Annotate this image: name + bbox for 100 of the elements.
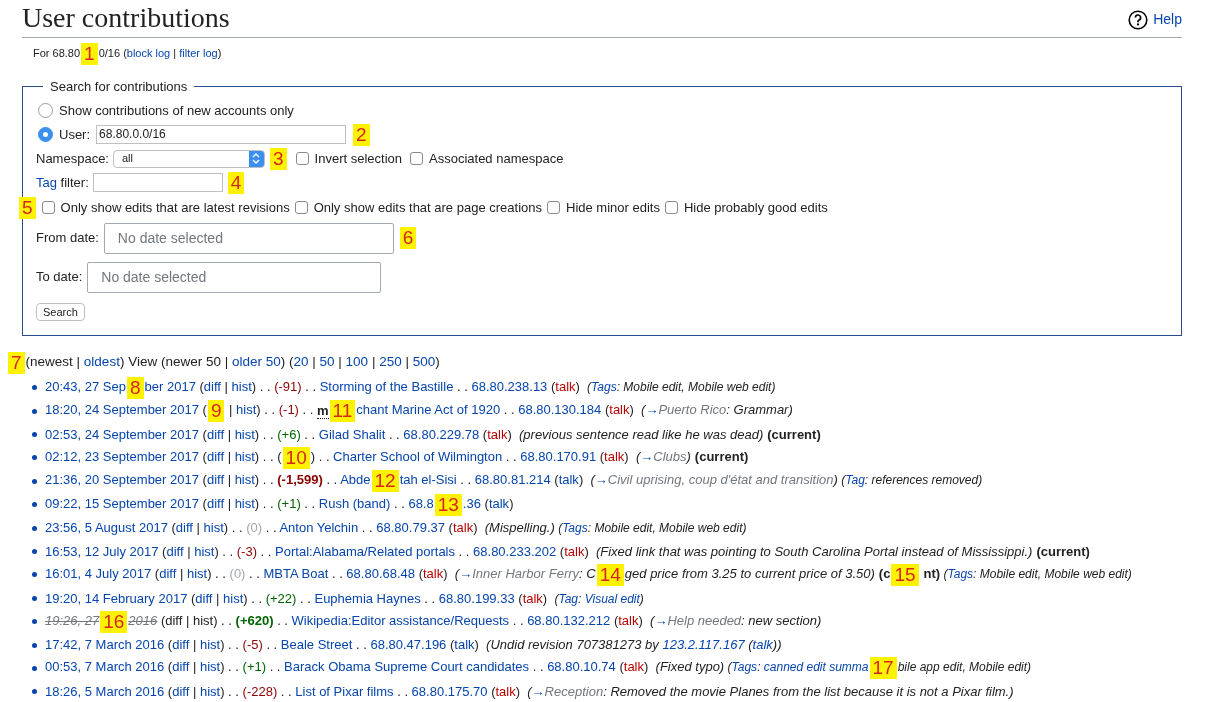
link[interactable]: diff (206, 426, 224, 442)
link[interactable]: 100 (345, 354, 369, 370)
link[interactable]: Abde (340, 472, 371, 488)
link[interactable]: hist (186, 566, 208, 582)
link[interactable]: Beale Street (280, 637, 353, 653)
link[interactable]: diff (206, 449, 224, 465)
link[interactable]: Anton Yelchin (279, 520, 359, 536)
link[interactable]: talk (454, 637, 475, 653)
section-arrow-link[interactable]: → (640, 449, 654, 465)
link[interactable]: 18:20, 24 September 2017 (45, 402, 199, 418)
link[interactable]: 09:22, 15 September 2017 (45, 496, 199, 512)
section-link[interactable]: Puerto Rico (658, 402, 727, 418)
checkbox[interactable] (295, 152, 309, 166)
tag-link[interactable]: Tag (36, 174, 57, 190)
checkbox[interactable] (547, 201, 560, 215)
talk-link[interactable]: talk (623, 659, 644, 675)
link[interactable]: diff (172, 684, 190, 700)
section-link[interactable]: Inner Harbor Ferry (472, 566, 580, 582)
tag-link[interactable]: Tags (591, 380, 617, 395)
link[interactable]: hist (234, 496, 255, 512)
tag-link[interactable]: canned edit summa (763, 660, 869, 675)
talk-link[interactable]: talk (452, 520, 474, 536)
talk-link[interactable]: talk (522, 590, 543, 606)
link[interactable]: hist (194, 543, 215, 559)
link[interactable]: 02:12, 23 September 2017 (45, 449, 199, 465)
radio-button[interactable] (38, 103, 53, 119)
link[interactable]: hist (234, 449, 255, 465)
link[interactable]: MBTA Boat (263, 566, 329, 582)
link[interactable]: 19:20, 14 February 2017 (45, 590, 188, 606)
tag-link[interactable]: Tag (845, 473, 865, 488)
link[interactable]: 02:53, 24 September 2017 (45, 426, 199, 442)
checkbox[interactable] (410, 152, 423, 166)
link[interactable]: 68.80.81.214 (474, 472, 551, 488)
link[interactable]: 68.80.233.202 (473, 543, 557, 559)
link[interactable]: 17:42, 7 March 2016 (45, 637, 165, 653)
link[interactable]: diff (206, 496, 224, 512)
tag-filter-field[interactable] (92, 173, 223, 193)
link[interactable]: 16:01, 4 July 2017 (45, 566, 152, 582)
link[interactable]: hist (234, 472, 255, 488)
radio-button[interactable] (38, 127, 53, 143)
search-button[interactable]: Search (36, 302, 85, 321)
link[interactable]: 500 (412, 354, 436, 370)
talk-link[interactable]: talk (609, 402, 630, 418)
link[interactable]: 68.80.170.91 (520, 449, 597, 465)
section-link[interactable]: Reception (544, 684, 604, 700)
link[interactable]: diff (172, 659, 190, 675)
link[interactable]: 68.80.238.13 (471, 379, 548, 395)
link[interactable]: .36 (462, 496, 481, 512)
section-arrow-link[interactable]: → (459, 566, 473, 582)
link[interactable]: 21:36, 20 September 2017 (45, 472, 199, 488)
link[interactable]: diff (166, 543, 184, 559)
link[interactable]: 00:53, 7 March 2016 (45, 659, 165, 675)
link[interactable]: 68.8 (408, 496, 434, 512)
link[interactable]: hist (234, 426, 255, 442)
talk-link[interactable]: talk (564, 543, 585, 559)
link[interactable]: 23:56, 5 August 2017 (45, 520, 168, 536)
link[interactable]: 68.80.47.196 (370, 637, 447, 653)
link[interactable]: diff (206, 472, 224, 488)
link[interactable]: 68.80.175.70 (411, 684, 488, 700)
link[interactable]: filter log (179, 47, 218, 59)
link[interactable]: Charter School of Wilmington (333, 449, 503, 465)
link[interactable]: 50 (319, 354, 335, 370)
checkbox[interactable] (664, 201, 678, 215)
link[interactable]: 68.80.132.212 (527, 613, 611, 629)
link[interactable]: talk (488, 496, 510, 512)
namespace-select[interactable]: all (113, 149, 265, 168)
link[interactable]: chant Marine Act of 1920 (356, 402, 501, 418)
help-link[interactable]: Help (1153, 9, 1182, 30)
talk-link[interactable]: talk (604, 449, 625, 465)
link[interactable]: hist (199, 637, 221, 653)
link[interactable]: 68.80.199.33 (438, 590, 515, 606)
link[interactable]: ber 2017 (144, 379, 196, 395)
link[interactable]: 123.2.117.167 (662, 637, 745, 653)
link[interactable]: 16:53, 12 July 2017 (45, 543, 159, 559)
link[interactable]: 250 (379, 354, 402, 370)
link[interactable]: Wikipedia:Editor assistance/Requests (291, 613, 510, 629)
link[interactable]: diff (159, 566, 177, 582)
link[interactable]: talk (558, 472, 579, 488)
link[interactable]: Storming of the Bastille (319, 379, 454, 395)
tag-link[interactable]: Tag (558, 591, 578, 606)
tag-link[interactable]: Visual edit (584, 591, 640, 606)
tag-link[interactable]: Tags (731, 660, 758, 675)
section-arrow-link[interactable]: → (654, 613, 668, 629)
link[interactable]: diff (203, 379, 221, 395)
link[interactable]: older 50 (231, 354, 281, 370)
link[interactable]: oldest (83, 354, 120, 370)
link[interactable]: 68.80.10.74 (547, 659, 616, 675)
link[interactable]: Rush (band) (318, 496, 391, 512)
talk-link[interactable]: talk (423, 566, 444, 582)
link[interactable]: hist (231, 379, 252, 395)
link[interactable]: 68.80.130.184 (518, 402, 602, 418)
tag-link[interactable]: Tags (562, 521, 588, 536)
link[interactable]: 18:26, 5 March 2016 (45, 684, 165, 700)
link[interactable]: diff (175, 520, 193, 536)
talk-link[interactable]: talk (555, 379, 576, 395)
link[interactable]: Portal:Alabama/Related portals (275, 543, 455, 559)
link[interactable]: 20:43, 27 Sep (45, 379, 126, 395)
link[interactable]: hist (236, 402, 257, 418)
checkbox[interactable] (294, 201, 308, 215)
link[interactable]: Barack Obama Supreme Court candidates (284, 659, 530, 675)
